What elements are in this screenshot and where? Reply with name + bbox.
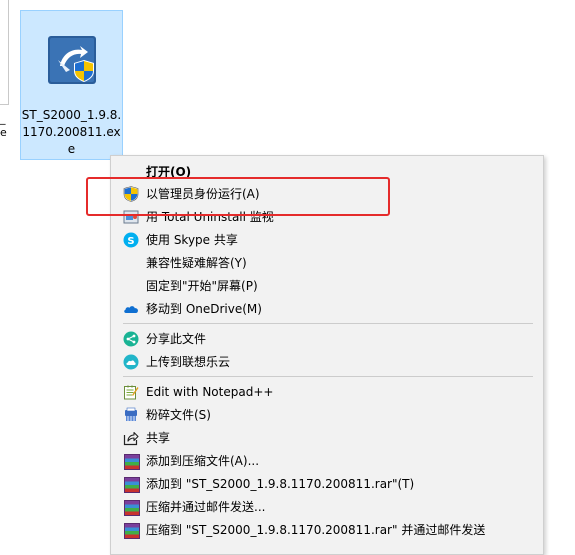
menu-item-label: 粉碎文件(S) <box>146 408 211 422</box>
share-arrow-icon <box>123 431 139 446</box>
menu-item-compress-and-email[interactable]: 压缩并通过邮件发送... <box>111 496 543 518</box>
menu-item-add-to-archive[interactable]: 添加到压缩文件(A)... <box>111 450 543 472</box>
shred-icon <box>125 407 137 421</box>
menu-item-add-to-rar[interactable]: 添加到 "ST_S2000_1.9.8.1170.200811.rar"(T) <box>111 473 543 495</box>
previous-file-icon[interactable] <box>0 0 9 105</box>
winrar-icon <box>123 453 140 470</box>
file-name-line-1: ST_S2000_1.9.8. <box>21 108 122 122</box>
menu-item-label: 压缩并通过邮件发送... <box>146 500 266 514</box>
selected-file-item[interactable]: ST_S2000_1.9.8. 1170.200811.ex e <box>20 10 123 160</box>
red-highlight-annotation <box>86 177 390 216</box>
winrar-icon <box>123 476 140 493</box>
menu-separator <box>123 376 533 377</box>
menu-item-move-to-onedrive[interactable]: 移动到 OneDrive(M) <box>111 298 543 320</box>
menu-item-shred-file[interactable]: 粉碎文件(S) <box>111 404 543 426</box>
installer-app-icon <box>48 36 96 84</box>
menu-item-compat-troubleshoot[interactable]: 兼容性疑难解答(Y) <box>111 252 543 274</box>
winrar-icon <box>123 499 140 516</box>
svg-text:S: S <box>127 236 134 247</box>
menu-item-label: 压缩到 "ST_S2000_1.9.8.1170.200811.rar" 并通过… <box>146 523 486 537</box>
menu-item-label: 固定到"开始"屏幕(P) <box>146 279 258 293</box>
menu-item-label: Edit with Notepad++ <box>146 385 274 399</box>
share-circle-icon <box>123 331 139 347</box>
file-name-line-2: 1170.200811.ex <box>22 125 121 139</box>
menu-item-label: 上传到联想乐云 <box>146 355 231 369</box>
previous-file-label-part2: e <box>0 126 7 139</box>
menu-item-label: 使用 Skype 共享 <box>146 233 238 247</box>
menu-item-compress-to-rar-and-email[interactable]: 压缩到 "ST_S2000_1.9.8.1170.200811.rar" 并通过… <box>111 519 543 541</box>
selected-file-name: ST_S2000_1.9.8. 1170.200811.ex e <box>21 107 122 158</box>
onedrive-icon <box>124 306 138 313</box>
previous-file-label-part1: _ <box>0 112 6 125</box>
menu-item-share-file[interactable]: 分享此文件 <box>111 328 543 350</box>
notepad-plus-plus-icon <box>124 385 139 400</box>
menu-item-label: 共享 <box>146 431 171 445</box>
menu-separator <box>123 323 533 324</box>
menu-item-label: 添加到压缩文件(A)... <box>146 454 260 468</box>
menu-item-skype-share[interactable]: S 使用 Skype 共享 <box>111 229 543 251</box>
skype-icon: S <box>123 232 139 248</box>
menu-item-share[interactable]: 共享 <box>111 427 543 449</box>
menu-item-label: 兼容性疑难解答(Y) <box>146 256 247 270</box>
menu-item-label: 分享此文件 <box>146 332 207 346</box>
menu-item-label: 添加到 "ST_S2000_1.9.8.1170.200811.rar"(T) <box>146 477 415 491</box>
menu-item-edit-notepad-plus-plus[interactable]: Edit with Notepad++ <box>111 381 543 403</box>
menu-item-pin-to-start[interactable]: 固定到"开始"屏幕(P) <box>111 275 543 297</box>
menu-item-upload-lenovo-cloud[interactable]: 上传到联想乐云 <box>111 351 543 373</box>
file-name-line-3: e <box>67 142 76 156</box>
menu-item-label: 移动到 OneDrive(M) <box>146 302 262 316</box>
lenovo-cloud-icon <box>123 354 139 370</box>
